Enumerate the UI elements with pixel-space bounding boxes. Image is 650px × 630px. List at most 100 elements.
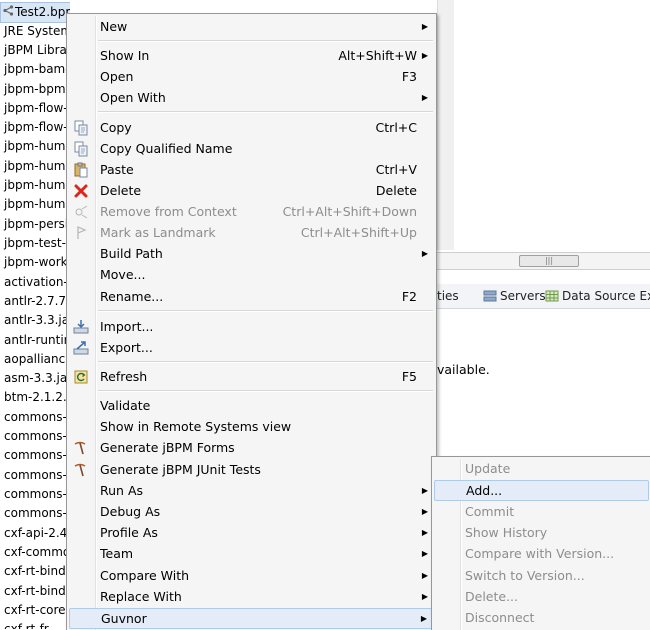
menu-item-show-in-remote-systems[interactable]: Show in Remote Systems view [69,416,434,437]
tab-label: Data Source Expl [562,289,650,303]
vertical-scrollbar[interactable] [437,0,454,250]
menu-item-copy[interactable]: Copy Ctrl+C [69,117,434,138]
submenu-item-update[interactable]: Update [434,458,649,479]
paste-icon [73,162,89,178]
bpmn-file-icon [3,4,15,23]
project-explorer-tree: Test2.bpmn2 JRE System jBPM Libra jbpm-b… [0,0,70,629]
submenu-item-show-history[interactable]: Show History [434,522,649,543]
guvnor-submenu: Update Add... Commit Show History Compar… [431,456,650,630]
menu-item-replace-with[interactable]: Replace With ▶ [69,586,434,607]
menu-item-generate-jbpm-junit-tests[interactable]: Generate jBPM JUnit Tests [69,459,434,480]
tree-item[interactable]: cxf-rt-bindi [4,562,69,581]
menu-separator [98,390,433,392]
menu-item-guvnor[interactable]: Guvnor ▶ [69,608,434,629]
menu-item-generate-jbpm-forms[interactable]: Generate jBPM Forms [69,437,434,458]
menu-item-delete[interactable]: Delete Delete [69,180,434,201]
menu-item-open-with[interactable]: Open With ▶ [69,87,434,108]
menu-item-export[interactable]: Export... [69,337,434,358]
tab-servers[interactable]: Servers [483,288,546,304]
tree-item-selected[interactable]: Test2.bpmn2 [0,2,70,23]
menu-item-compare-with[interactable]: Compare With ▶ [69,565,434,586]
submenu-arrow-icon: ▶ [421,507,428,516]
tree-item[interactable]: commons- [4,504,67,523]
tree-item[interactable]: btm-2.1.2.ja [4,388,70,407]
submenu-item-commit[interactable]: Commit [434,501,649,522]
menu-item-copy-qualified-name[interactable]: Copy Qualified Name [69,138,434,159]
menu-item-new[interactable]: New ▶ [69,16,434,37]
tab-properties[interactable]: ties [437,288,459,304]
tree-item[interactable]: commons- [4,427,67,446]
shortcut-text: Ctrl+Alt+Shift+Down [282,204,417,219]
generate-junit-icon [73,462,89,478]
tab-data-source-explorer[interactable]: Data Source Expl [545,288,650,304]
submenu-item-add[interactable]: Add... [434,480,649,501]
tree-item[interactable]: JRE System [4,22,70,41]
tree-item[interactable]: commons- [4,446,67,465]
menu-item-refresh[interactable]: Refresh F5 [69,366,434,387]
tree-item[interactable]: cxf-api-2.4. [4,524,70,543]
tree-item[interactable]: commons- [4,485,67,504]
menu-item-validate[interactable]: Validate [69,395,434,416]
menu-item-import[interactable]: Import... [69,316,434,337]
tree-item[interactable]: asm-3.3.jar [4,369,70,388]
tree-item[interactable]: jbpm-huma [4,176,70,195]
tree-item[interactable]: commons- [4,466,67,485]
shortcut-text: Delete [375,183,417,198]
tree-item[interactable]: jbpm-bpm [4,80,66,99]
tree-item[interactable]: jbpm-flow- [4,99,68,118]
tree-item[interactable]: jBPM Libra [4,41,67,60]
tree-item[interactable]: antlr-runtim [4,331,70,350]
remove-from-context-icon [73,204,89,220]
menu-separator [98,111,433,113]
menu-item-run-as[interactable]: Run As ▶ [69,480,434,501]
tree-item[interactable]: antlr-3.3.jar [4,311,70,330]
submenu-arrow-icon: ▶ [421,549,428,558]
menu-item-move[interactable]: Move... [69,264,434,285]
tree-item[interactable]: jbpm-persi [4,215,68,234]
horizontal-scrollbar[interactable]: ||| [437,252,650,270]
submenu-item-compare-with-version[interactable]: Compare with Version... [434,543,649,564]
menu-item-remove-from-context[interactable]: Remove from Context Ctrl+Alt+Shift+Down [69,201,434,222]
tree-item[interactable]: cxf-rt-bindi [4,582,69,601]
menu-item-rename[interactable]: Rename... F2 [69,286,434,307]
tree-item[interactable]: antlr-2.7.7.j [4,292,70,311]
shortcut-text: F2 [401,289,417,304]
submenu-arrow-icon: ▶ [421,592,428,601]
tree-item[interactable]: cxf-commo [4,543,70,562]
menu-item-open[interactable]: Open F3 [69,66,434,87]
tree-item[interactable]: jbpm-bam- [4,60,70,79]
delete-icon [73,183,89,199]
tree-item[interactable]: aopalliance [4,350,70,369]
submenu-item-switch-to-version[interactable]: Switch to Version... [434,565,649,586]
context-menu: New ▶ Show In Alt+Shift+W ▶ Open F3 Open… [66,13,437,630]
submenu-arrow-icon: ▶ [420,614,427,623]
submenu-arrow-icon: ▶ [421,249,428,258]
generate-forms-icon [73,440,89,456]
views-tab-bar: ties Servers Data Source Expl [437,284,650,309]
tab-label: ties [437,289,459,303]
copy-icon [73,120,89,136]
tree-item[interactable]: jbpm-flow- [4,118,68,137]
tree-item[interactable]: commons- [4,408,67,427]
menu-item-show-in[interactable]: Show In Alt+Shift+W ▶ [69,45,434,66]
tree-item[interactable]: jbpm-huma [4,137,70,156]
menu-item-profile-as[interactable]: Profile As ▶ [69,522,434,543]
submenu-item-disconnect[interactable]: Disconnect [434,607,649,628]
tree-item[interactable]: activation-1 [4,273,70,292]
tree-item[interactable]: jbpm-test- [4,234,66,253]
tree-item[interactable]: cxf-rt-core- [4,601,70,620]
menu-item-mark-as-landmark[interactable]: Mark as Landmark Ctrl+Alt+Shift+Up [69,222,434,243]
tree-item[interactable]: cxf-rt-fr [4,620,49,629]
menu-item-team[interactable]: Team ▶ [69,543,434,564]
export-icon [73,340,89,356]
tree-item[interactable]: jbpm-work [4,253,68,272]
submenu-item-delete[interactable]: Delete... [434,586,649,607]
view-message: vailable. [437,362,490,377]
menu-item-build-path[interactable]: Build Path ▶ [69,243,434,264]
menu-separator [98,40,433,42]
tree-item[interactable]: jbpm-huma [4,157,70,176]
menu-item-debug-as[interactable]: Debug As ▶ [69,501,434,522]
scroll-thumb[interactable]: ||| [519,255,579,267]
tree-item[interactable]: jbpm-huma [4,195,70,214]
menu-item-paste[interactable]: Paste Ctrl+V [69,159,434,180]
